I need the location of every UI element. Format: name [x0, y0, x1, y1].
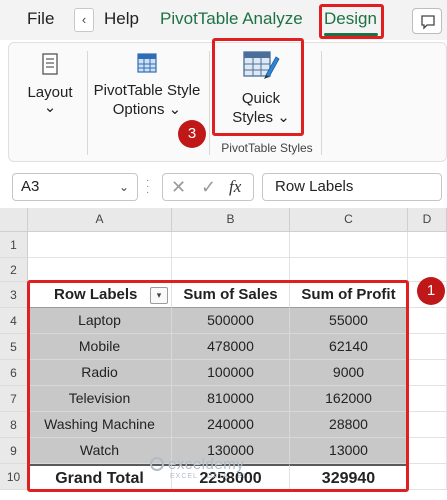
style-options-caret: ⌄: [168, 101, 182, 118]
layout-icon: [42, 53, 58, 75]
grid-cell[interactable]: [28, 232, 172, 258]
column-header-b[interactable]: B: [172, 208, 290, 232]
tab-file[interactable]: File: [27, 9, 54, 29]
step-badge-3: 3: [178, 120, 206, 148]
insert-function-icon[interactable]: fx: [229, 177, 241, 197]
cancel-icon[interactable]: ✕: [171, 177, 186, 198]
style-options-label-line2: Options: [112, 101, 165, 118]
tab-scroll-left-button[interactable]: ‹: [74, 8, 94, 32]
quick-styles-highlight: [212, 38, 304, 136]
design-tab-highlight: [319, 4, 384, 39]
layout-button[interactable]: Layout ⌄: [19, 53, 81, 116]
layout-caret: ⌄: [43, 99, 57, 116]
row-header[interactable]: 6: [0, 360, 28, 386]
formula-input[interactable]: Row Labels: [262, 173, 442, 201]
chevron-down-icon[interactable]: ⌄: [119, 174, 129, 200]
row-header[interactable]: 5: [0, 334, 28, 360]
name-box[interactable]: A3 ⌄: [12, 173, 138, 201]
ribbon-separator: [321, 51, 322, 155]
grid-cell[interactable]: [408, 438, 447, 464]
row-header[interactable]: 8: [0, 412, 28, 438]
comment-icon: [421, 15, 435, 30]
grid-cell[interactable]: [290, 258, 408, 282]
style-options-icon: [137, 53, 157, 73]
row-header[interactable]: 9: [0, 438, 28, 464]
tab-pivottable-analyze[interactable]: PivotTable Analyze: [160, 9, 303, 29]
style-options-label-line1: PivotTable Style: [93, 82, 201, 99]
grid-cell[interactable]: [172, 232, 290, 258]
grid-cell[interactable]: [28, 258, 172, 282]
formula-bar: A3 ⌄ · · · ✕ ✓ fx Row Labels: [0, 166, 447, 208]
column-header-d[interactable]: D: [408, 208, 447, 232]
style-options-label-row: Options ⌄: [91, 100, 203, 119]
row-header[interactable]: 10: [0, 464, 28, 490]
step-badge-1: 1: [417, 277, 445, 305]
row-header[interactable]: 4: [0, 308, 28, 334]
grid-cell[interactable]: [408, 232, 447, 258]
ribbon-tab-bar: File ‹ Help PivotTable Analyze Design: [0, 0, 447, 40]
pivot-table-highlight: [27, 280, 409, 492]
row-header[interactable]: 7: [0, 386, 28, 412]
grid-cell[interactable]: [408, 412, 447, 438]
pivottable-style-options-button[interactable]: PivotTable Style Options ⌄: [91, 53, 203, 119]
ribbon-separator: [87, 51, 88, 155]
ribbon-group-label: PivotTable Styles: [221, 141, 313, 155]
row-header[interactable]: 3: [0, 282, 28, 308]
enter-icon[interactable]: ✓: [201, 177, 216, 198]
select-all-corner[interactable]: [0, 208, 28, 232]
grid-cell[interactable]: [408, 464, 447, 490]
tab-help[interactable]: Help: [104, 9, 139, 29]
ribbon-separator: [209, 51, 210, 155]
comments-button[interactable]: [412, 8, 442, 34]
column-header-c[interactable]: C: [290, 208, 408, 232]
grid-cell[interactable]: [408, 334, 447, 360]
grid-cell[interactable]: [290, 232, 408, 258]
more-icon: · · ·: [146, 175, 150, 198]
row-header[interactable]: 2: [0, 258, 28, 282]
grid-cell[interactable]: [172, 258, 290, 282]
row-header[interactable]: 1: [0, 232, 28, 258]
column-header-a[interactable]: A: [28, 208, 172, 232]
formula-bar-buttons: ✕ ✓ fx: [162, 173, 254, 201]
grid-cell[interactable]: [408, 386, 447, 412]
grid-cell[interactable]: [408, 360, 447, 386]
grid-cell[interactable]: [408, 308, 447, 334]
name-box-value: A3: [21, 178, 40, 195]
